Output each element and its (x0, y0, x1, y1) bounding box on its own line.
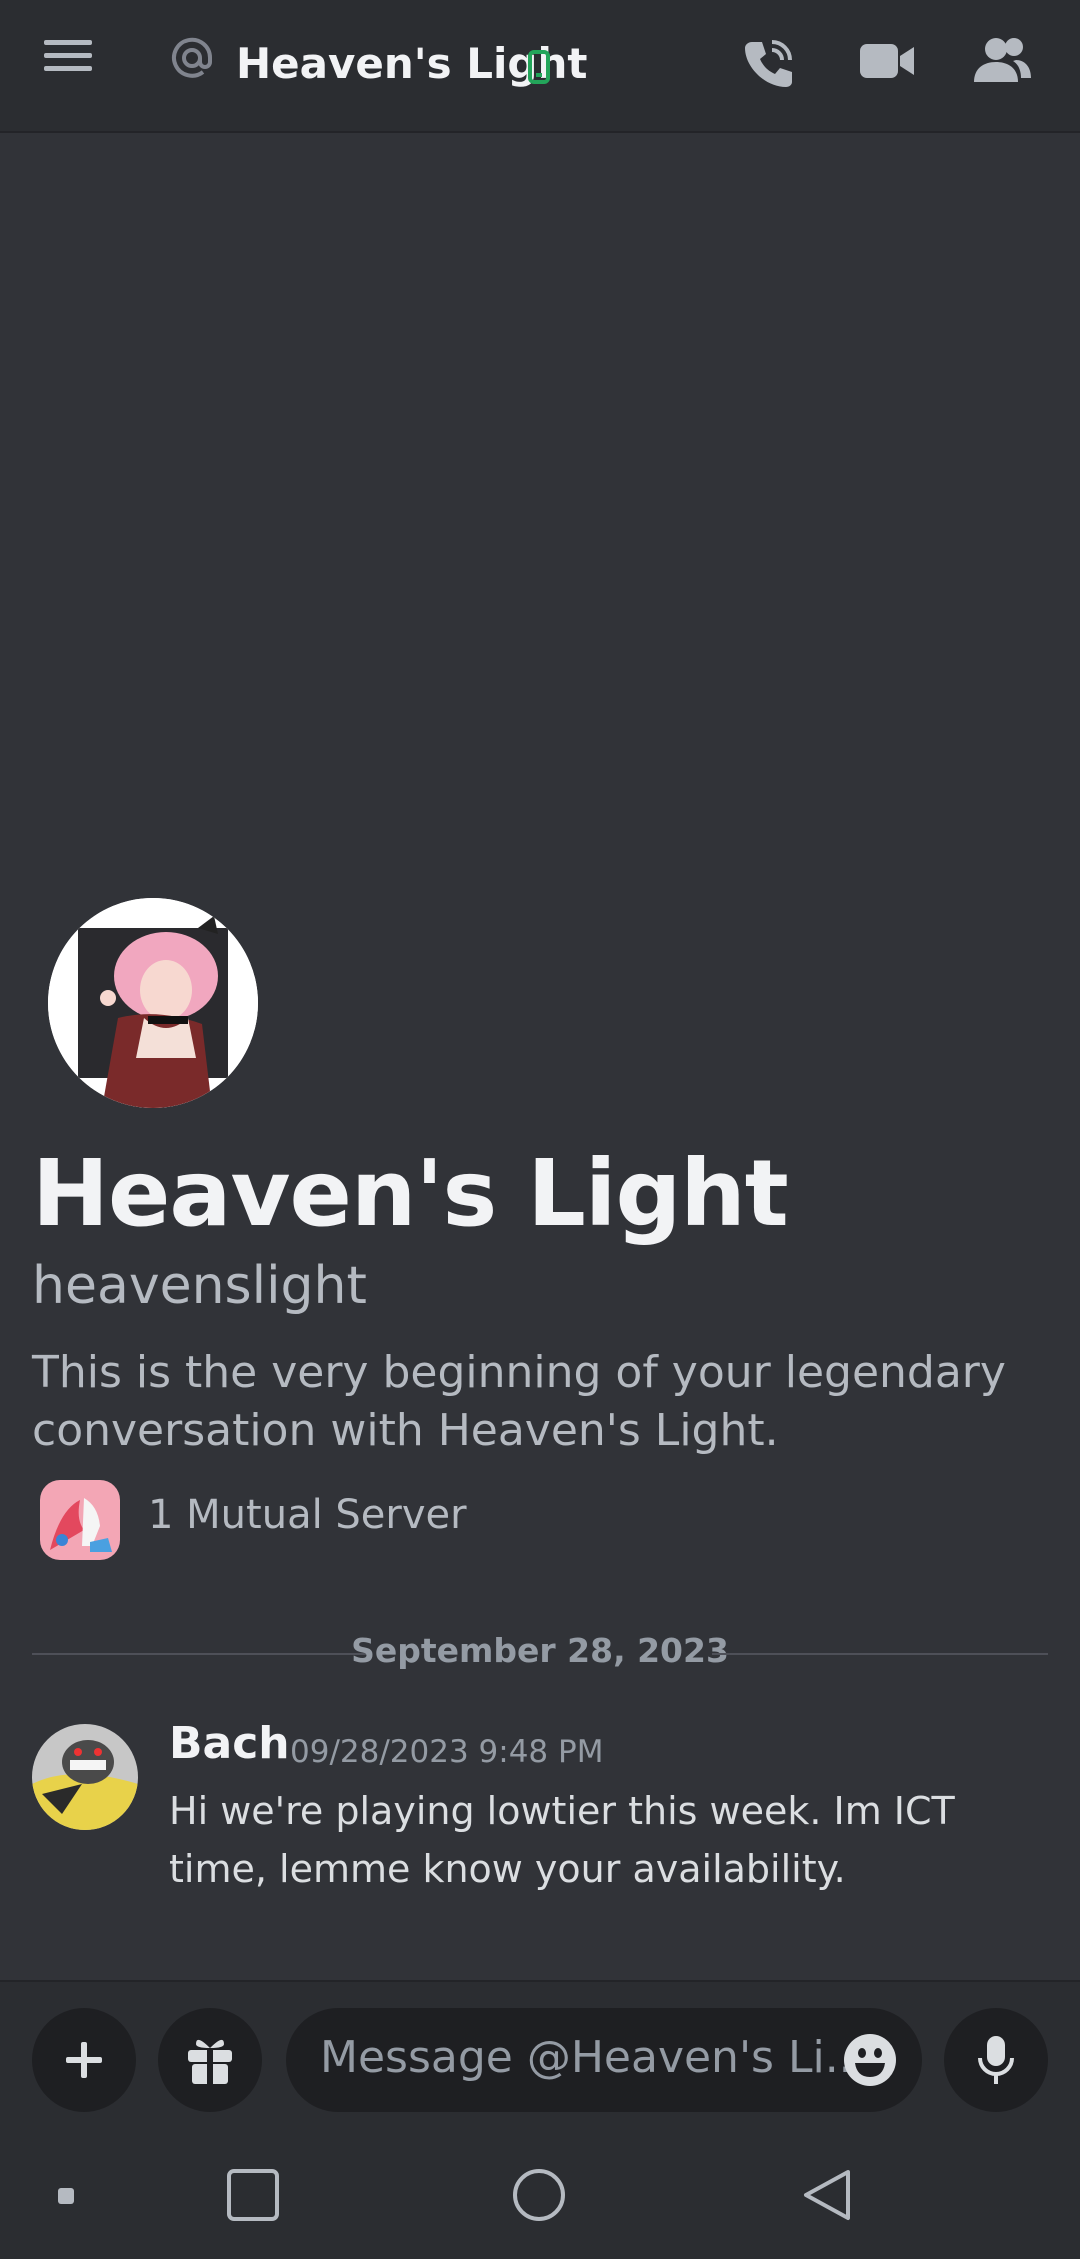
gift-icon[interactable] (158, 2008, 262, 2112)
recents-square-icon[interactable] (226, 2168, 280, 2226)
microphone-icon[interactable] (944, 2008, 1048, 2112)
emoji-icon[interactable] (842, 2032, 898, 2092)
members-icon[interactable] (972, 34, 1032, 92)
plus-icon[interactable] (32, 2008, 136, 2112)
menu-dot-icon[interactable] (58, 2188, 74, 2208)
date-divider: September 28, 2023 (32, 1628, 1048, 1678)
back-triangle-icon[interactable] (800, 2168, 854, 2226)
message-input[interactable]: Message @Heaven's Li... (286, 2008, 922, 2112)
divider-date: September 28, 2023 (351, 1631, 729, 1670)
phone-call-icon[interactable] (740, 36, 796, 96)
at-sign-icon (170, 36, 214, 84)
conversation-intro: This is the very beginning of your legen… (32, 1347, 1006, 1456)
mutual-servers-row[interactable]: 1 Mutual Server (40, 1480, 640, 1560)
video-camera-icon[interactable] (858, 36, 916, 90)
chat-header: Heaven's Light (0, 0, 1080, 133)
profile-display-name: Heaven's Light (32, 1140, 789, 1247)
profile-avatar[interactable] (48, 898, 258, 1108)
message-timestamp: 09/28/2023 9:48 PM (290, 1734, 604, 1770)
message-text: Hi we're playing lowtier this week. Im I… (169, 1789, 955, 1891)
hamburger-menu-icon[interactable] (44, 36, 104, 86)
divider-line (712, 1653, 1048, 1655)
message-avatar[interactable] (32, 1724, 138, 1830)
server-icon (40, 1480, 120, 1560)
message-composer: Message @Heaven's Li... (0, 1980, 1080, 2120)
message-input-placeholder: Message @Heaven's Li... (320, 2032, 867, 2083)
profile-username: heavenslight (32, 1256, 367, 1316)
home-circle-icon[interactable] (512, 2168, 566, 2226)
system-navigation-bar (0, 2120, 1080, 2259)
mobile-online-icon (528, 50, 550, 88)
message-author[interactable]: Bach (169, 1718, 290, 1769)
mutual-servers-label: 1 Mutual Server (148, 1492, 467, 1538)
